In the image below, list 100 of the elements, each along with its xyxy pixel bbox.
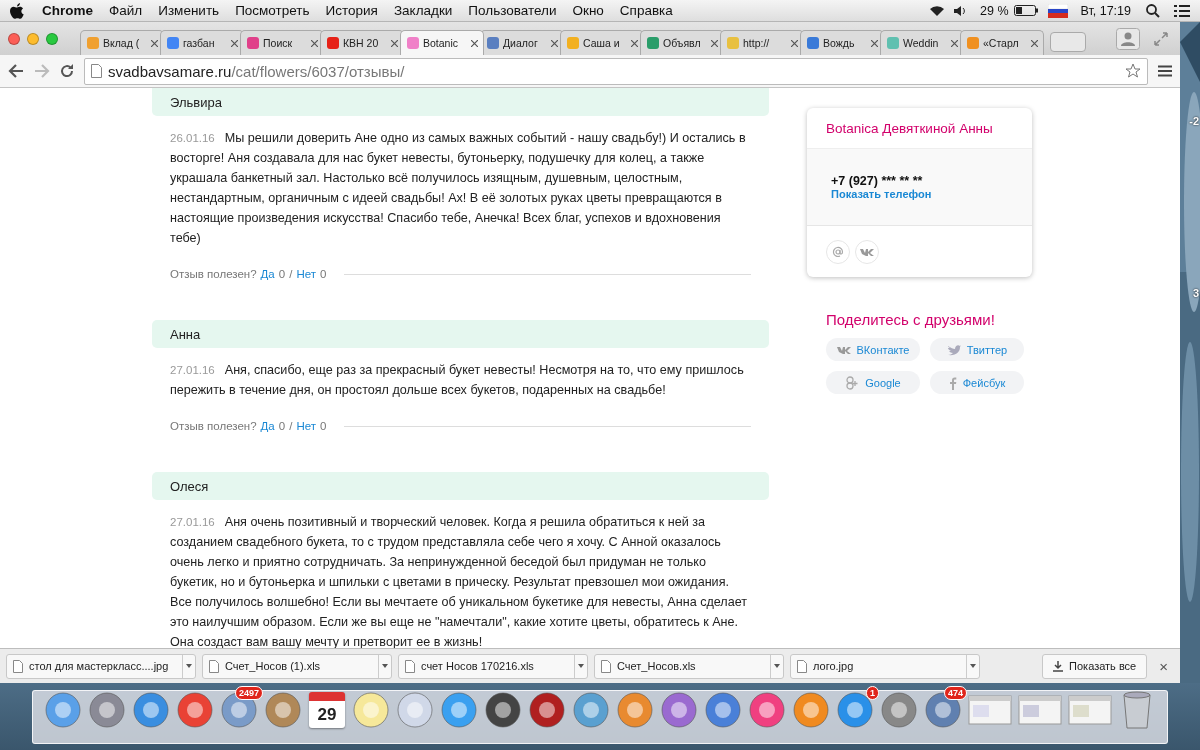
app-icon[interactable]: [89, 692, 125, 728]
menu-item[interactable]: Справка: [611, 3, 681, 18]
share-button[interactable]: Твиттер: [930, 338, 1024, 361]
desktop-label: -2: [1189, 115, 1200, 127]
calendar-icon[interactable]: 29: [309, 692, 345, 728]
apple-logo-icon[interactable]: [10, 2, 24, 19]
menu-item[interactable]: Пользователи: [460, 3, 565, 18]
app-icon[interactable]: [177, 692, 213, 728]
app-icon[interactable]: [705, 692, 741, 728]
app-icon[interactable]: [485, 692, 521, 728]
trash-icon[interactable]: [1122, 691, 1152, 729]
notification-badge: 474: [943, 686, 967, 700]
show-phone-link[interactable]: Показать телефон: [831, 188, 1008, 200]
star-icon[interactable]: [1125, 63, 1141, 79]
file-icon: [405, 659, 415, 673]
caret-icon[interactable]: [578, 664, 584, 668]
close-icon[interactable]: [151, 39, 158, 47]
review-text: 27.01.16 Аня, спасибо, еще раз за прекрасный букет невесты! Несмотря на то, что ему пришлось пережить в течение дня, он простоял дольше всех букетов, подаренных на свадьбе!: [169, 362, 745, 399]
app-icon[interactable]: [221, 692, 257, 728]
app-icon[interactable]: [265, 692, 301, 728]
download-filename: Счет_Носов (1).xls: [225, 660, 321, 672]
close-icon[interactable]: [551, 39, 558, 47]
menu-icon[interactable]: [1158, 65, 1172, 77]
download-item[interactable]: стол для мастеркласс....jpg: [6, 653, 196, 679]
app-icon[interactable]: [749, 692, 785, 728]
show-all-button[interactable]: Показать все: [1042, 653, 1148, 679]
address-bar[interactable]: svadbavsamare.ru/cat/flowers/6037/отзывы/: [84, 57, 1148, 85]
app-icon[interactable]: [133, 692, 169, 728]
menu-item[interactable]: Закладки: [385, 3, 461, 18]
share-button[interactable]: ВКонтакте: [826, 338, 920, 361]
close-icon[interactable]: [231, 39, 238, 47]
menu-item[interactable]: Посмотреть: [227, 3, 318, 18]
share-button[interactable]: Фейсбук: [930, 371, 1024, 394]
app-icon[interactable]: [661, 692, 697, 728]
download-filename: стол для мастеркласс....jpg: [29, 660, 169, 672]
browser-tab[interactable]: «Старл: [960, 30, 1044, 55]
app-icon[interactable]: [881, 692, 917, 728]
file-icon: [209, 659, 219, 673]
close-icon[interactable]: [1031, 39, 1038, 47]
download-item[interactable]: Счет_Носов.xls: [594, 653, 784, 679]
no-link[interactable]: Нет: [296, 420, 316, 432]
menu-item[interactable]: Файл: [101, 3, 151, 18]
caret-icon[interactable]: [186, 664, 192, 668]
close-icon[interactable]: [791, 39, 798, 47]
close-icon[interactable]: [471, 39, 478, 47]
reload-icon[interactable]: [60, 64, 74, 78]
caret-icon[interactable]: [382, 664, 388, 668]
download-icon: [1053, 660, 1064, 672]
close-window-button[interactable]: [8, 32, 20, 45]
caret-icon[interactable]: [970, 664, 976, 668]
download-item[interactable]: лого.jpg: [790, 653, 980, 679]
notification-badge: 1: [866, 686, 879, 700]
close-icon[interactable]: [951, 39, 958, 47]
browser-tab[interactable]: Botanic: [400, 30, 484, 55]
review-text: 27.01.16 Аня очень позитивный и творческий человек. Когда я решила обратиться к ней за созданием свадебного букета, то с трудом представляла себе чего я хочу. С Анной оказалось очень легко и приятно сотрудничать. За непринужденной беседой был придуман не только букетик, но и бутоньерка и шпильки с цветами в прическу. Результат превзошел мои ожидания. Все получилось волшебно! Если вы мечтаете об уникальном букетике для невесты, Анна сделает это наилучшим образом. Если же вы еще не "намечтали", какие хотите цветы, обратитесь к Ане. Она создаст вам вашу мечту и претворит ее в жизнь!: [169, 514, 749, 648]
app-icon[interactable]: [529, 692, 565, 728]
yes-link[interactable]: Да: [260, 420, 275, 432]
menu-item[interactable]: Окно: [564, 3, 612, 18]
menu-clock[interactable]: Вт, 17:19: [1075, 3, 1136, 18]
menu-item[interactable]: История: [317, 3, 386, 18]
close-button[interactable]: ×: [1153, 657, 1174, 675]
window-thumbnail-icon[interactable]: [968, 695, 1012, 725]
back-arrow-icon[interactable]: [8, 64, 24, 78]
list-icon[interactable]: [1174, 3, 1190, 18]
window-thumbnail-icon[interactable]: [1018, 695, 1062, 725]
search-icon[interactable]: [1146, 3, 1160, 18]
app-icon[interactable]: [837, 692, 873, 728]
yes-link[interactable]: Да: [260, 268, 275, 280]
yes-count: 0: [278, 268, 286, 280]
fullscreen-icon[interactable]: [1154, 31, 1168, 46]
app-icon[interactable]: [353, 692, 389, 728]
download-item[interactable]: Счет_Носов (1).xls: [202, 653, 392, 679]
flag-icon[interactable]: [1047, 3, 1068, 18]
app-icon[interactable]: [925, 692, 961, 728]
close-icon[interactable]: [871, 39, 878, 47]
close-icon[interactable]: [711, 39, 718, 47]
wifi-icon[interactable]: [929, 4, 945, 17]
file-icon: [601, 659, 611, 673]
favicon-icon: [246, 36, 260, 50]
no-link[interactable]: Нет: [296, 268, 316, 280]
separator-text: /: [289, 420, 293, 432]
battery-icon[interactable]: [1013, 5, 1038, 16]
close-icon[interactable]: [391, 39, 398, 47]
share-button[interactable]: Google: [826, 371, 920, 394]
app-icon[interactable]: [397, 692, 433, 728]
favicon-icon: [726, 36, 740, 50]
helpful-label: Отзыв полезен?: [170, 420, 257, 432]
download-item[interactable]: счет Носов 170216.xls: [398, 653, 588, 679]
close-icon[interactable]: [631, 39, 638, 47]
minimize-window-button[interactable]: [27, 32, 39, 45]
file-icon: [13, 659, 23, 673]
zoom-window-button[interactable]: [46, 32, 58, 45]
window-thumbnail-icon[interactable]: [1068, 695, 1112, 725]
vk-icon: [836, 345, 851, 354]
menu-item[interactable]: Изменить: [150, 3, 228, 18]
menu-item[interactable]: Chrome: [34, 3, 101, 18]
profile-icon[interactable]: [1116, 27, 1140, 50]
favicon-icon: [486, 36, 500, 50]
close-icon[interactable]: [311, 39, 318, 47]
caret-icon[interactable]: [774, 664, 780, 668]
